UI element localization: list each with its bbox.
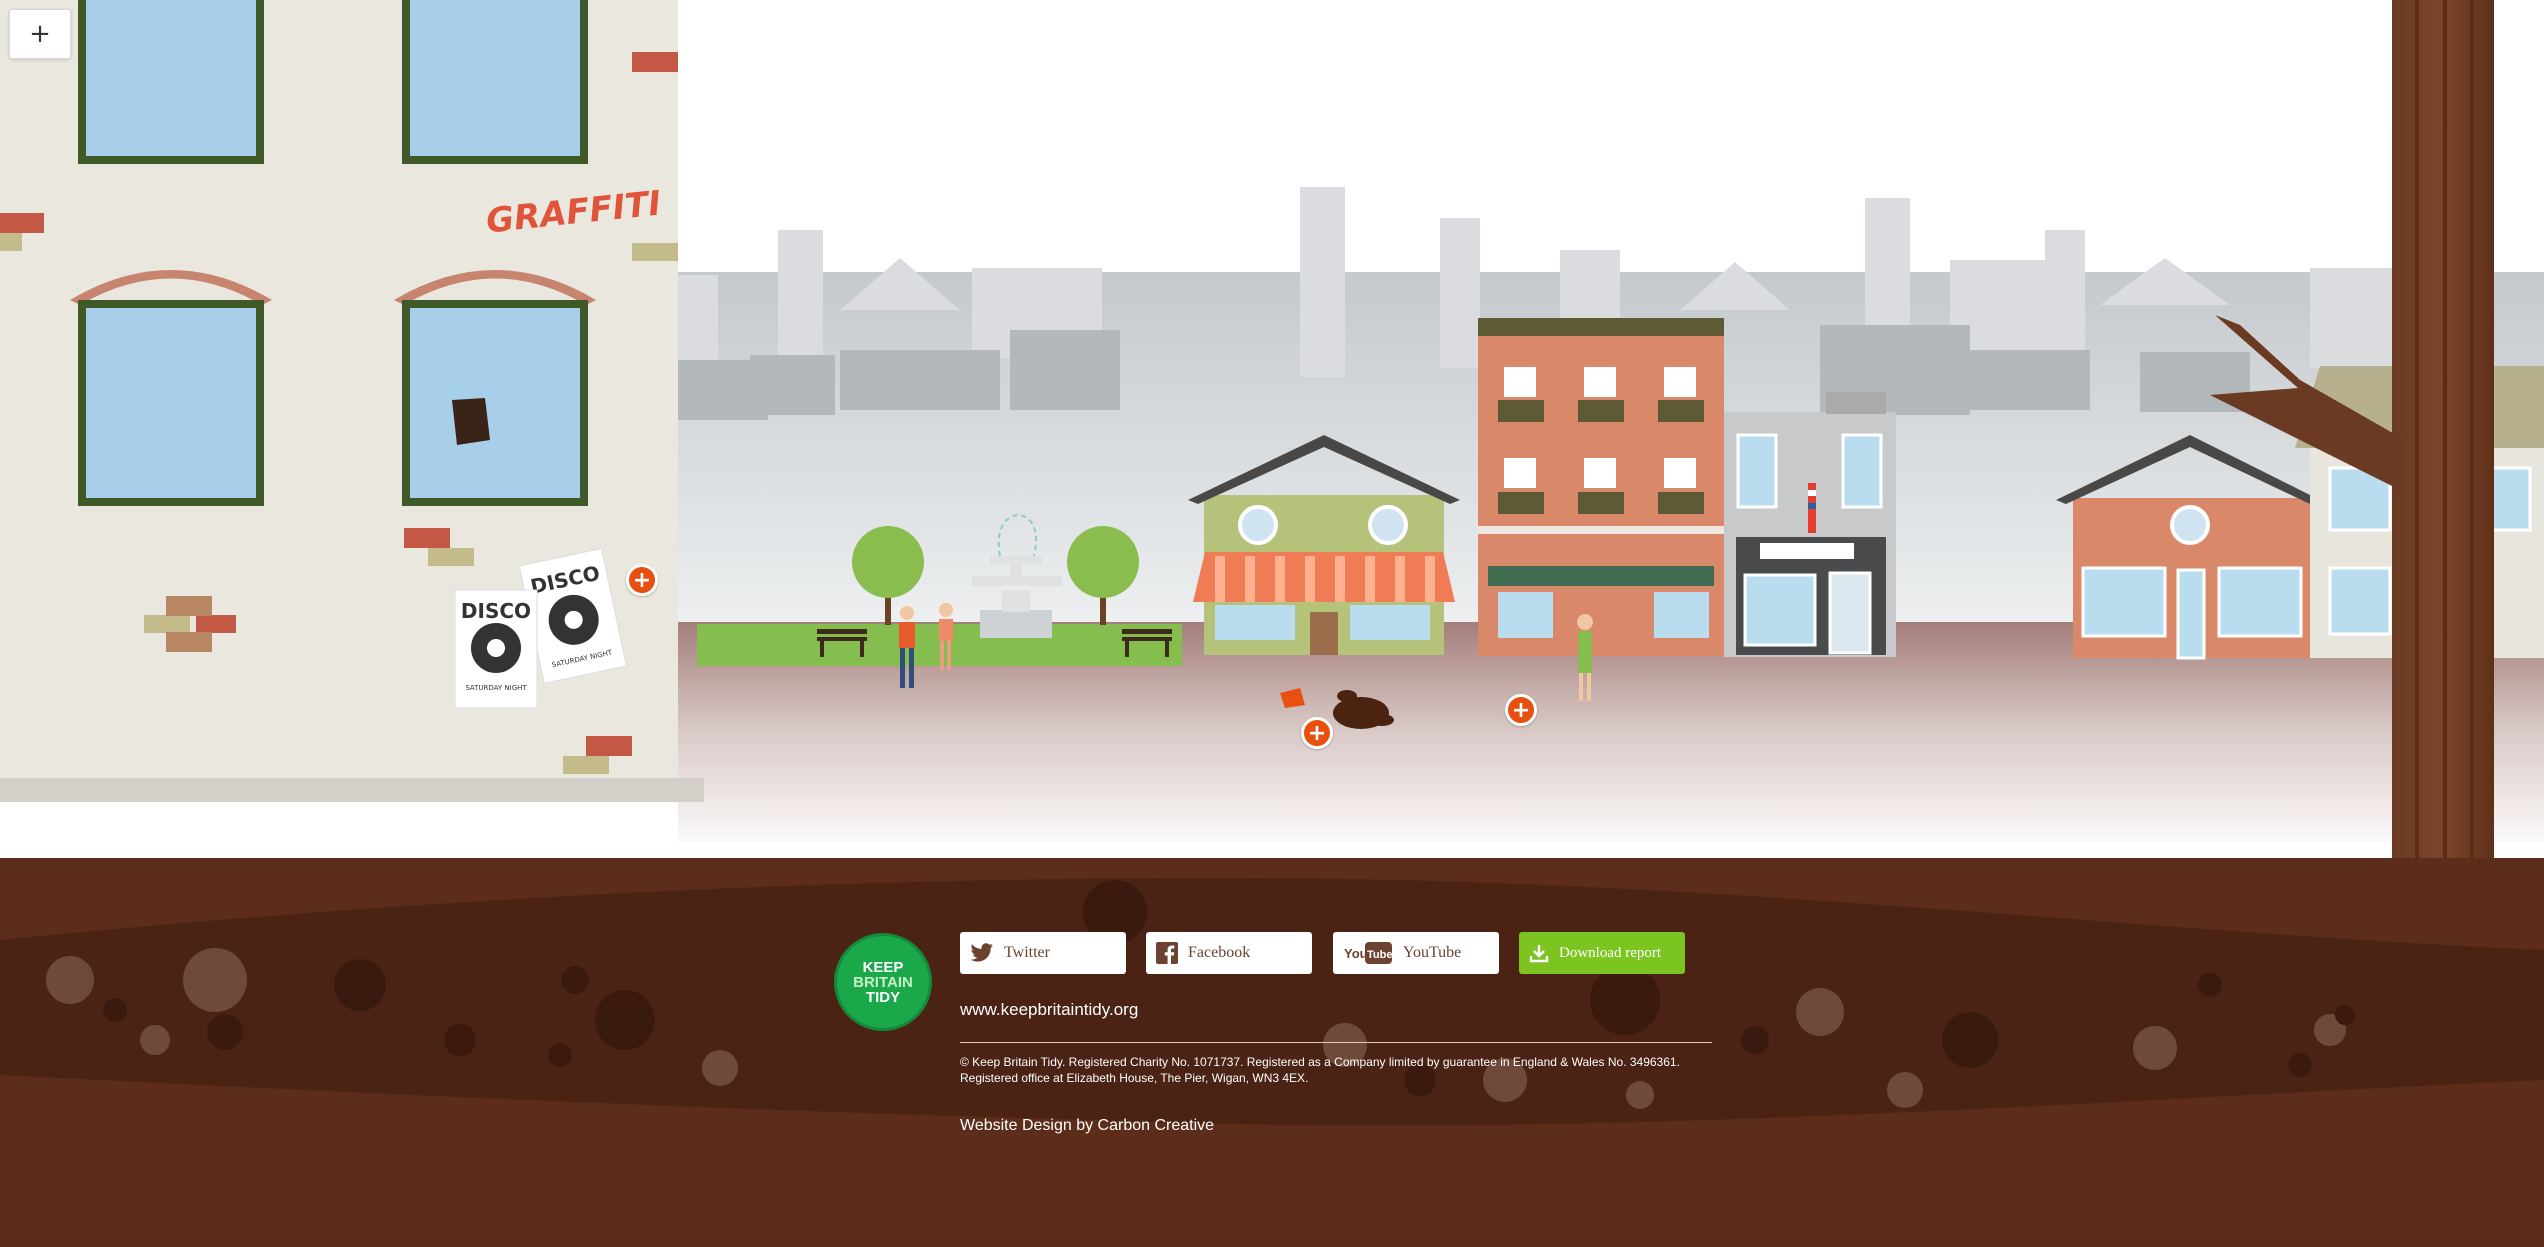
- svg-text:You: You: [1344, 946, 1368, 961]
- download-icon: [1529, 945, 1549, 963]
- design-credit-link[interactable]: Website Design by Carbon Creative: [960, 1117, 1214, 1135]
- youtube-label: YouTube: [1403, 944, 1462, 961]
- window: [70, 270, 272, 506]
- svg-text:DISCO: DISCO: [461, 599, 531, 623]
- litter-hotspot-button[interactable]: +: [1301, 717, 1333, 749]
- download-label: Download report: [1559, 944, 1662, 961]
- svg-text:SATURDAY NIGHT: SATURDAY NIGHT: [465, 684, 527, 692]
- youtube-icon: You Tube: [1344, 942, 1392, 964]
- disco-poster-front: DISCO SATURDAY NIGHT: [454, 589, 538, 709]
- legal-text: © Keep Britain Tidy. Registered Charity …: [960, 1055, 1680, 1085]
- twitter-button[interactable]: Twitter: [960, 932, 1126, 974]
- brick-apartments: [1478, 318, 1724, 656]
- zoom-in-button[interactable]: +: [9, 9, 71, 59]
- window: [394, 270, 596, 506]
- facebook-label: Facebook: [1188, 944, 1251, 961]
- svg-text:Tube: Tube: [1367, 949, 1392, 961]
- left-building: GRAFFITI DISCO SATURDAY NIGHT DISCO SATU…: [0, 0, 704, 802]
- twitter-label: Twitter: [1004, 944, 1050, 961]
- keep-britain-tidy-logo[interactable]: KEEP BRITAIN TIDY: [834, 933, 932, 1031]
- barber-shop: [1724, 392, 1896, 657]
- download-report-button[interactable]: Download report: [1519, 932, 1685, 974]
- facebook-button[interactable]: Facebook: [1146, 932, 1312, 974]
- facebook-icon: [1156, 942, 1178, 964]
- footer-divider: [960, 1042, 1712, 1043]
- window: [78, 0, 264, 164]
- poster-hotspot-button[interactable]: +: [626, 564, 658, 596]
- soil-ground: [0, 858, 2544, 1247]
- pavement-hotspot-button[interactable]: +: [1505, 694, 1537, 726]
- website-link[interactable]: www.keepbritaintidy.org: [960, 1000, 1138, 1020]
- window: [402, 0, 588, 164]
- twitter-icon: [970, 943, 993, 962]
- youtube-button[interactable]: You Tube YouTube: [1333, 932, 1499, 974]
